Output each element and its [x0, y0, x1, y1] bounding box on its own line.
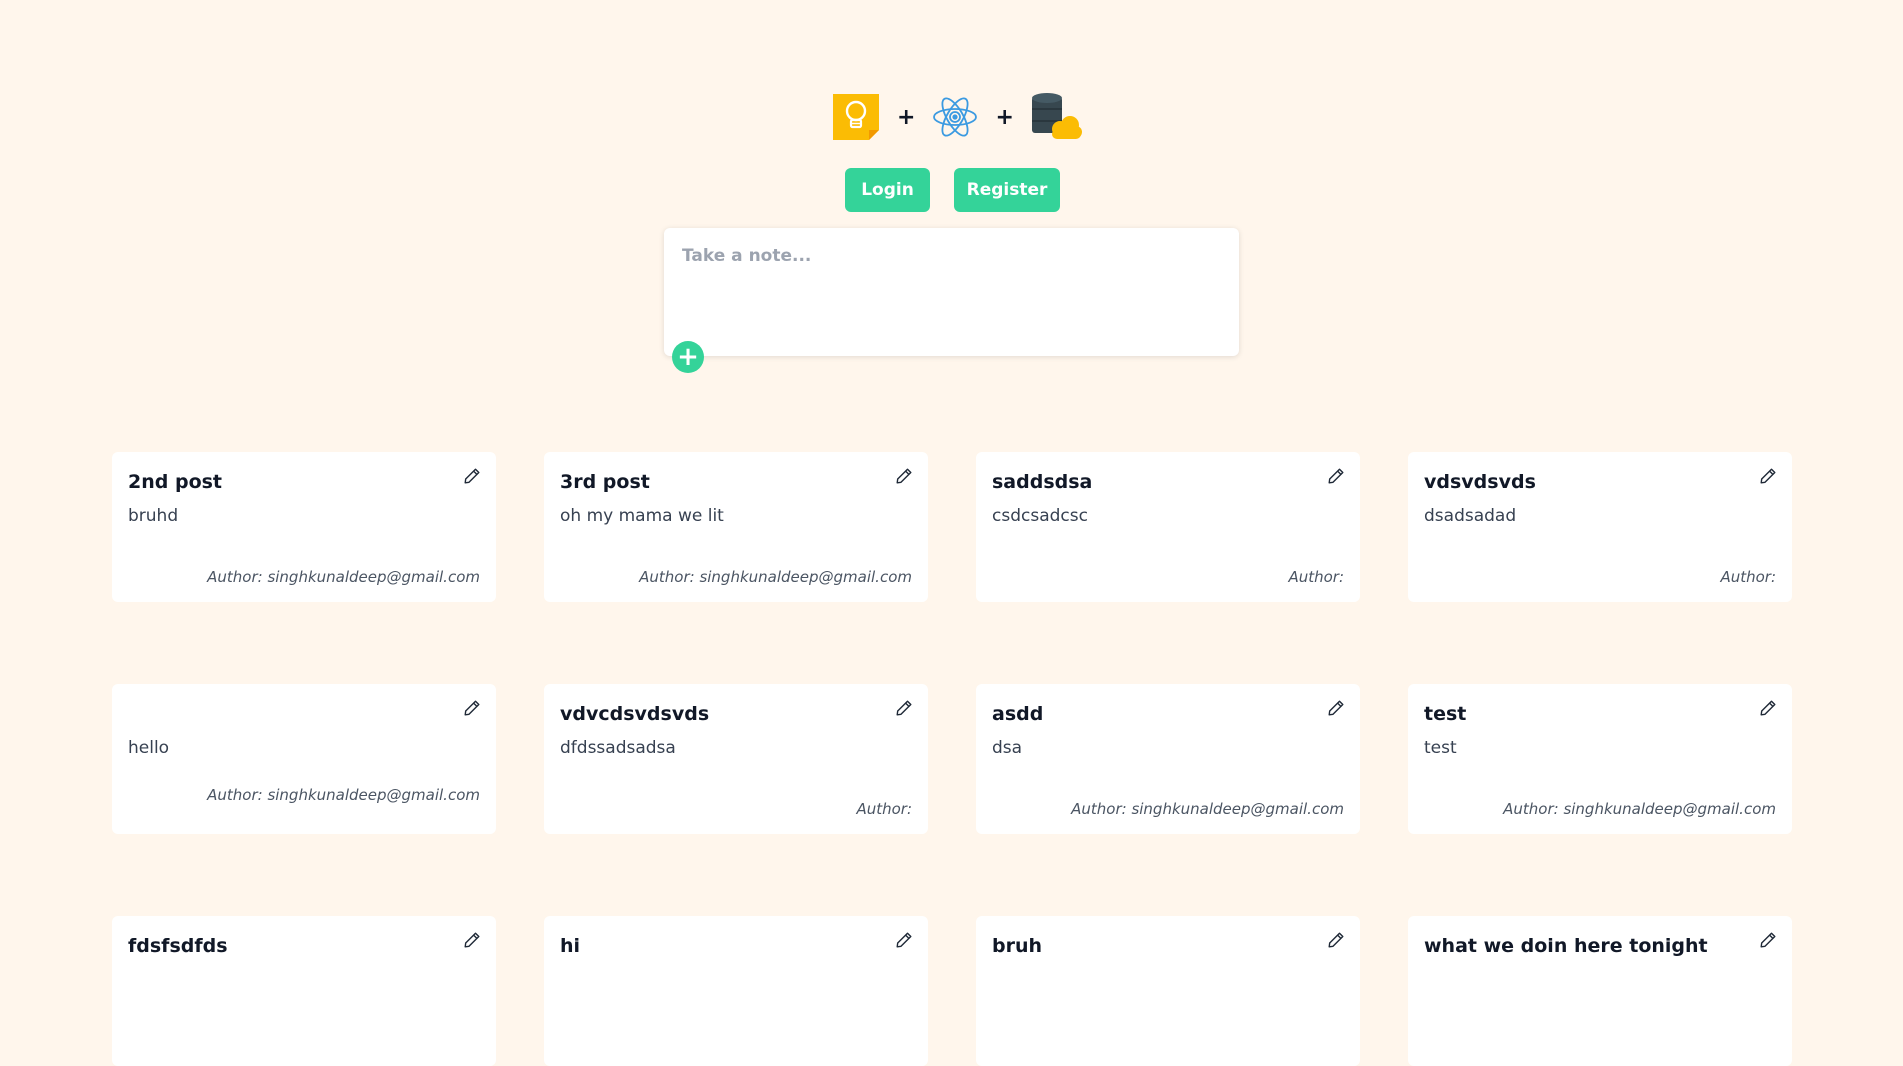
note-card: vdsvdsvds dsadsadad Author:	[1408, 452, 1792, 602]
note-title: saddsdsa	[992, 471, 1093, 493]
note-card: hi	[544, 916, 928, 1066]
note-title: what we doin here tonight	[1424, 935, 1708, 957]
logo-row: + +	[831, 91, 1082, 143]
note-card: 3rd post oh my mama we lit Author: singhku…	[544, 452, 928, 602]
note-title: vdvcdsvdsvds	[560, 703, 710, 725]
pencil-icon[interactable]	[1758, 930, 1778, 950]
pencil-icon[interactable]	[462, 698, 482, 718]
note-body: dsa	[992, 738, 1023, 758]
note-body: hello	[128, 738, 170, 758]
note-card: saddsdsa csdcsadcsc Author:	[976, 452, 1360, 602]
note-author: Author:	[856, 800, 912, 818]
pencil-icon[interactable]	[462, 930, 482, 950]
pencil-icon[interactable]	[462, 466, 482, 486]
pencil-icon[interactable]	[1758, 698, 1778, 718]
note-author: Author:	[1288, 568, 1344, 586]
pencil-icon[interactable]	[894, 698, 914, 718]
note-title: fdsfsdfds	[128, 935, 228, 957]
auth-buttons: Login Register	[845, 168, 1060, 212]
lightbulb-note-icon	[833, 94, 879, 140]
note-card: hello Author: singhkunaldeep@gmail.com	[112, 684, 496, 834]
pencil-icon[interactable]	[1326, 466, 1346, 486]
note-author: Author: singhkunaldeep@gmail.com	[207, 786, 480, 804]
note-card: 2nd post bruhd Author: singhkunaldeep@gmai…	[112, 452, 496, 602]
note-title: bruh	[992, 935, 1043, 957]
note-title: hi	[560, 935, 581, 957]
note-author: Author: singhkunaldeep@gmail.com	[207, 568, 480, 586]
database-cloud-icon	[1031, 93, 1082, 139]
note-card: fdsfsdfds	[112, 916, 496, 1066]
note-body: dfdssadsadsa	[560, 738, 676, 758]
note-card: test test Author: singhkunaldeep@gmail.com	[1408, 684, 1792, 834]
register-button[interactable]: Register	[954, 168, 1060, 212]
note-author: Author: singhkunaldeep@gmail.com	[1503, 800, 1776, 818]
note-author: Author: singhkunaldeep@gmail.com	[1071, 800, 1344, 818]
note-card: asdd dsa Author: singhkunaldeep@gmail.com	[976, 684, 1360, 834]
note-body: oh my mama we lit	[560, 506, 724, 526]
note-title: test	[1424, 703, 1467, 725]
pencil-icon[interactable]	[894, 466, 914, 486]
note-title: 3rd post	[560, 471, 650, 493]
note-title: asdd	[992, 703, 1044, 725]
note-author: Author: singhkunaldeep@gmail.com	[639, 568, 912, 586]
note-input[interactable]	[680, 244, 1224, 328]
react-atom-icon	[933, 97, 978, 137]
note-composer: +	[664, 228, 1239, 373]
note-body: test	[1424, 738, 1457, 758]
notes-grid: 2nd post bruhd Author: singhkunaldeep@gmai…	[112, 452, 1792, 1066]
plus-sign: +	[897, 104, 916, 130]
login-button[interactable]: Login	[845, 168, 930, 212]
note-body: csdcsadcsc	[992, 506, 1088, 526]
note-card: vdvcdsvdsvds dfdssadsadsa Author:	[544, 684, 928, 834]
plus-sign: +	[995, 104, 1014, 130]
pencil-icon[interactable]	[1326, 930, 1346, 950]
note-body: dsadsadad	[1424, 506, 1517, 526]
pencil-icon[interactable]	[894, 930, 914, 950]
note-author: Author:	[1720, 568, 1776, 586]
pencil-icon[interactable]	[1758, 466, 1778, 486]
note-title: 2nd post	[128, 471, 223, 493]
note-body: bruhd	[128, 506, 179, 526]
pencil-icon[interactable]	[1326, 698, 1346, 718]
note-card: bruh	[976, 916, 1360, 1066]
note-title: vdsvdsvds	[1424, 471, 1536, 493]
add-note-button[interactable]: +	[672, 341, 704, 373]
note-card: what we doin here tonight	[1408, 916, 1792, 1066]
